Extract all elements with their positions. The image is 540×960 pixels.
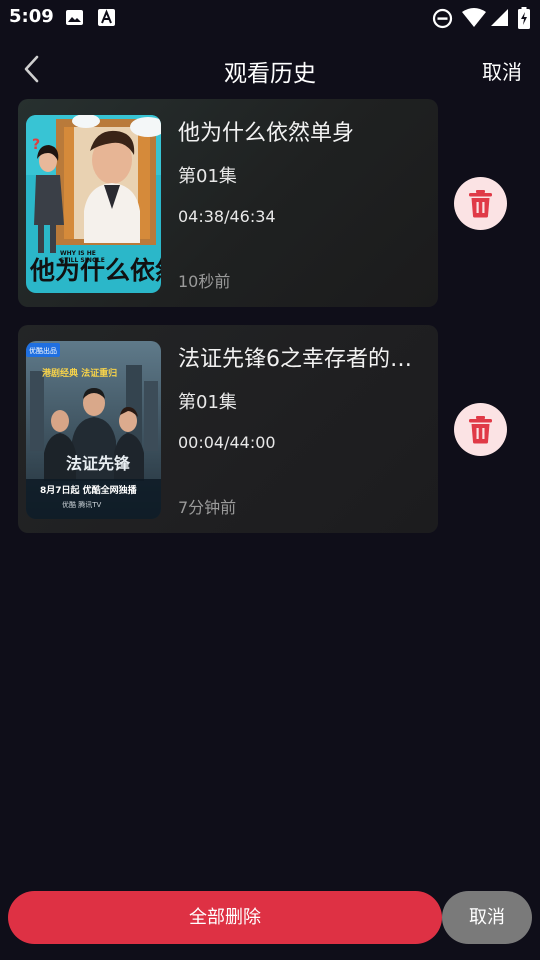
- chevron-left-icon: [24, 55, 39, 83]
- item-watched-ago: 10秒前: [178, 272, 231, 291]
- item-progress: 00:04/44:00: [178, 433, 276, 452]
- delete-item-button[interactable]: [454, 177, 507, 230]
- header: 观看历史 取消: [0, 44, 540, 94]
- header-cancel-button[interactable]: 取消: [482, 56, 522, 85]
- battery-charging-icon: [518, 7, 530, 29]
- signal-icon: [491, 9, 508, 26]
- item-episode: 第01集: [178, 166, 237, 187]
- cancel-button[interactable]: 取消: [442, 891, 532, 944]
- svg-text:?: ?: [32, 137, 40, 153]
- svg-text:WHY IS HE: WHY IS HE: [60, 250, 96, 257]
- page-title: 观看历史: [224, 61, 316, 87]
- a-icon: [98, 9, 115, 26]
- trash-icon: [469, 416, 492, 444]
- history-item[interactable]: ? 他为什么依然单身 WHY IS HE STILL SINGLE 他为什么依然…: [18, 99, 438, 307]
- svg-text:STILL SINGLE: STILL SINGLE: [60, 257, 105, 264]
- dnd-icon: [432, 8, 453, 29]
- trash-icon: [469, 190, 492, 218]
- poster-thumbnail[interactable]: 优酷出品 港剧经典 法证重归 法证先锋 8月7日起 优酷全网独播 优酷 腾讯TV: [26, 341, 161, 519]
- svg-text:优酷出品: 优酷出品: [29, 346, 57, 355]
- item-progress: 04:38/46:34: [178, 207, 276, 226]
- svg-text:8月7日起 优酷全网独播: 8月7日起 优酷全网独播: [40, 484, 138, 496]
- delete-all-button[interactable]: 全部删除: [8, 891, 442, 944]
- image-icon: [66, 10, 83, 25]
- status-bar: 5:09: [0, 0, 540, 36]
- delete-item-button[interactable]: [454, 403, 507, 456]
- history-item[interactable]: 优酷出品 港剧经典 法证重归 法证先锋 8月7日起 优酷全网独播 优酷 腾讯TV…: [18, 325, 438, 533]
- poster-thumbnail[interactable]: ? 他为什么依然单身 WHY IS HE STILL SINGLE: [26, 115, 161, 293]
- wifi-icon: [462, 8, 486, 27]
- svg-text:法证先锋: 法证先锋: [66, 454, 131, 473]
- item-title: 法证先锋6之幸存者的…: [178, 347, 412, 372]
- item-episode: 第01集: [178, 392, 237, 413]
- svg-text:优酷 腾讯TV: 优酷 腾讯TV: [62, 500, 102, 509]
- svg-text:港剧经典 法证重归: 港剧经典 法证重归: [42, 367, 117, 379]
- item-title: 他为什么依然单身: [178, 121, 355, 146]
- back-button[interactable]: [16, 52, 48, 86]
- status-time: 5:09: [9, 6, 54, 27]
- item-watched-ago: 7分钟前: [178, 498, 237, 517]
